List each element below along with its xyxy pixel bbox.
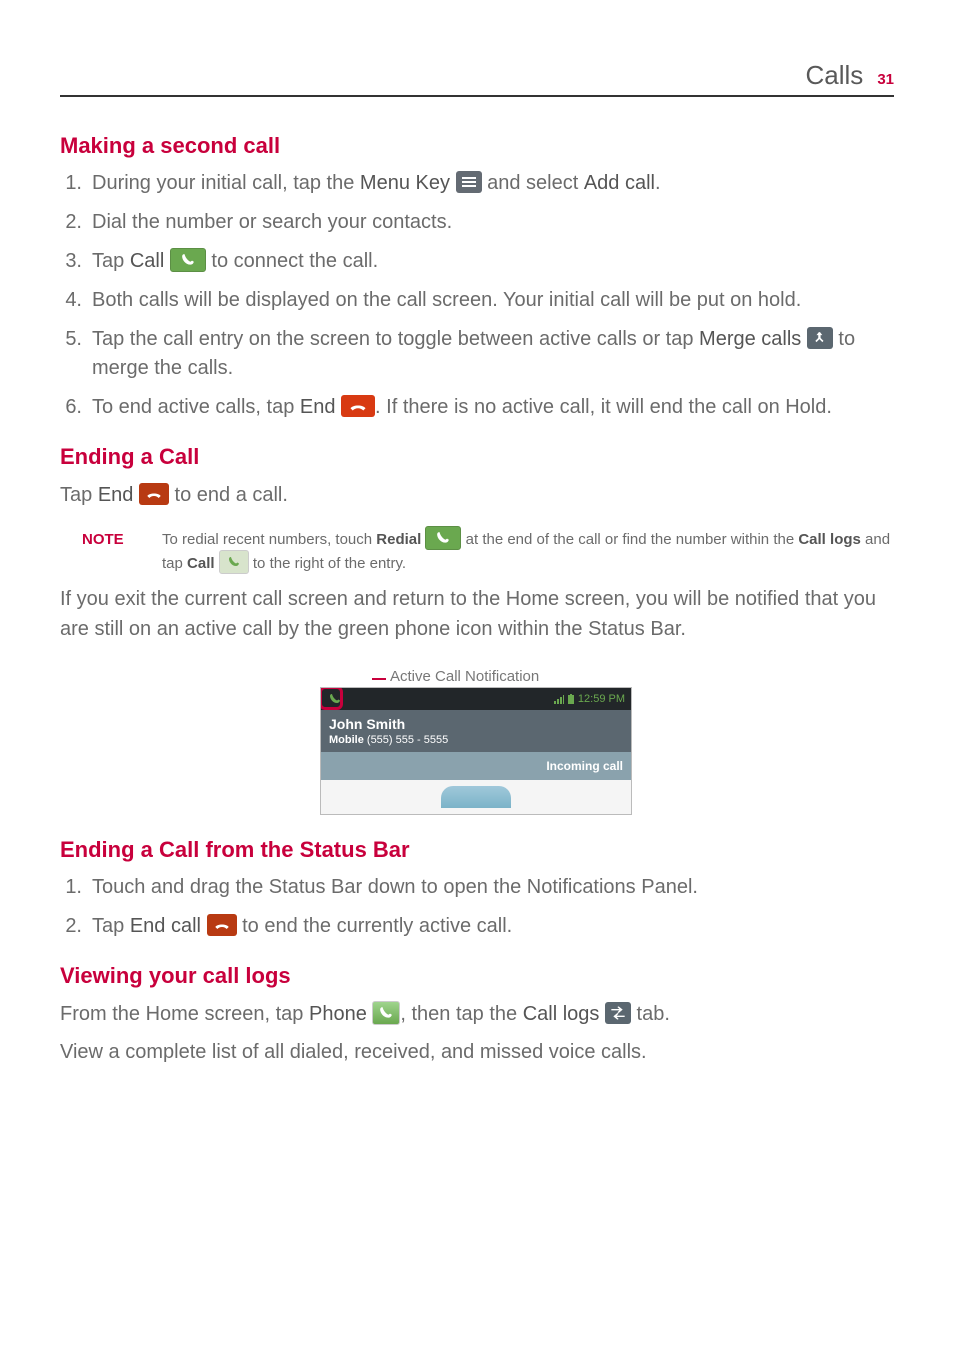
bold-fragment: Call logs bbox=[798, 531, 861, 548]
end-call-icon bbox=[341, 395, 375, 417]
end-call-icon bbox=[139, 483, 169, 505]
call-logs-line1: From the Home screen, tap Phone , then t… bbox=[60, 999, 894, 1029]
step-5: 5. Tap the call entry on the screen to t… bbox=[60, 325, 894, 383]
signal-icon bbox=[554, 694, 564, 704]
step-number: 3. bbox=[60, 247, 82, 276]
text-fragment: To redial recent numbers, touch bbox=[162, 531, 376, 548]
step-text: Tap Call to connect the call. bbox=[92, 247, 894, 276]
figure-caller-num: (555) 555 - 5555 bbox=[367, 734, 448, 746]
text-fragment: to end the currently active call. bbox=[237, 915, 513, 937]
manual-page: Calls 31 Making a second call 1. During … bbox=[0, 0, 954, 1115]
call-icon bbox=[170, 248, 206, 272]
page-header: Calls 31 bbox=[60, 60, 894, 97]
header-section: Calls bbox=[806, 60, 864, 91]
step-text: Tap End call to end the currently active… bbox=[92, 912, 894, 941]
call-logs-tab-icon bbox=[605, 1002, 631, 1024]
bold-fragment: Call logs bbox=[523, 1003, 605, 1025]
step-text: Dial the number or search your contacts. bbox=[92, 208, 894, 237]
text-fragment: tab. bbox=[631, 1003, 670, 1025]
status-time: 12:59 PM bbox=[578, 693, 625, 705]
figure-incoming-label: Incoming call bbox=[546, 759, 623, 773]
figure-swipe-handle bbox=[441, 786, 511, 808]
text-fragment: to connect the call. bbox=[206, 250, 378, 272]
end-call-icon bbox=[207, 914, 237, 936]
step-3: 3. Tap Call to connect the call. bbox=[60, 247, 894, 276]
step-number: 5. bbox=[60, 325, 82, 354]
bold-fragment: Merge calls bbox=[699, 328, 807, 350]
figure-caller-bar: John Smith Mobile (555) 555 - 5555 bbox=[321, 710, 631, 752]
step-number: 1. bbox=[60, 873, 82, 902]
heading-second-call: Making a second call bbox=[60, 133, 894, 159]
header-page-number: 31 bbox=[877, 71, 894, 88]
step-number: 2. bbox=[60, 208, 82, 237]
text-fragment: Tap bbox=[60, 484, 98, 506]
figure-status-bar: 12:59 PM bbox=[321, 688, 631, 710]
figure-screenshot: 12:59 PM John Smith Mobile (555) 555 - 5… bbox=[320, 687, 632, 815]
text-fragment: . If there is no active call, it will en… bbox=[375, 396, 832, 418]
status-right: 12:59 PM bbox=[554, 693, 625, 705]
note-block: NOTE To redial recent numbers, touch Red… bbox=[82, 528, 894, 576]
figure-caller-type: Mobile bbox=[329, 734, 364, 746]
bold-fragment: Phone bbox=[309, 1003, 372, 1025]
step-text: Tap the call entry on the screen to togg… bbox=[92, 325, 894, 383]
figure-caller-number: Mobile (555) 555 - 5555 bbox=[329, 734, 623, 746]
text-fragment: From the Home screen, tap bbox=[60, 1003, 309, 1025]
step-text: Touch and drag the Status Bar down to op… bbox=[92, 873, 894, 902]
figure-label: Active Call Notification bbox=[390, 668, 634, 685]
ending-paragraph: If you exit the current call screen and … bbox=[60, 584, 894, 644]
text-fragment: at the end of the call or find the numbe… bbox=[461, 531, 798, 548]
figure-caller-name: John Smith bbox=[329, 716, 623, 732]
text-fragment: Tap bbox=[92, 250, 130, 272]
step-number: 2. bbox=[60, 912, 82, 941]
call-logs-line2: View a complete list of all dialed, rece… bbox=[60, 1037, 894, 1067]
figure-swipe-area bbox=[321, 780, 631, 814]
note-label: NOTE bbox=[82, 528, 142, 576]
text-fragment: and select bbox=[482, 172, 584, 194]
step-number: 1. bbox=[60, 169, 82, 198]
heading-ending-call: Ending a Call bbox=[60, 444, 894, 470]
heading-call-logs: Viewing your call logs bbox=[60, 963, 894, 989]
bold-fragment: Menu Key bbox=[360, 172, 456, 194]
step-text: To end active calls, tap End . If there … bbox=[92, 393, 894, 422]
step-6: 6. To end active calls, tap End . If the… bbox=[60, 393, 894, 422]
step-2: 2. Dial the number or search your contac… bbox=[60, 208, 894, 237]
figure-incoming-bar: Incoming call bbox=[321, 752, 631, 780]
call-small-icon bbox=[219, 550, 249, 574]
battery-icon bbox=[568, 694, 574, 704]
figure-active-call: Active Call Notification 12:59 PM John S… bbox=[320, 668, 634, 815]
text-fragment: Tap the call entry on the screen to togg… bbox=[92, 328, 699, 350]
bold-fragment: Call bbox=[130, 250, 170, 272]
figure-callout-circle bbox=[320, 687, 343, 710]
bold-fragment: End bbox=[98, 484, 139, 506]
text-fragment: Tap bbox=[92, 915, 130, 937]
menu-key-icon bbox=[456, 171, 482, 193]
step-4: 4. Both calls will be displayed on the c… bbox=[60, 286, 894, 315]
bold-fragment: End call bbox=[130, 915, 207, 937]
step-text: Both calls will be displayed on the call… bbox=[92, 286, 894, 315]
step-number: 6. bbox=[60, 393, 82, 422]
bold-fragment: Add call bbox=[584, 172, 655, 194]
text-fragment: . bbox=[655, 172, 661, 194]
step-number: 4. bbox=[60, 286, 82, 315]
text-fragment: To end active calls, tap bbox=[92, 396, 300, 418]
text-fragment: to end a call. bbox=[169, 484, 288, 506]
text-fragment: , then tap the bbox=[400, 1003, 522, 1025]
text-fragment: During your initial call, tap the bbox=[92, 172, 360, 194]
redial-icon bbox=[425, 526, 461, 550]
bold-fragment: End bbox=[300, 396, 341, 418]
heading-status-bar: Ending a Call from the Status Bar bbox=[60, 837, 894, 863]
text-fragment: to the right of the entry. bbox=[249, 555, 406, 572]
statusbar-step-2: 2. Tap End call to end the currently act… bbox=[60, 912, 894, 941]
step-text: During your initial call, tap the Menu K… bbox=[92, 169, 894, 198]
ending-call-line: Tap End to end a call. bbox=[60, 480, 894, 510]
note-text: To redial recent numbers, touch Redial a… bbox=[162, 528, 894, 576]
step-1: 1. During your initial call, tap the Men… bbox=[60, 169, 894, 198]
bold-fragment: Redial bbox=[376, 531, 425, 548]
phone-app-icon bbox=[372, 1001, 400, 1025]
bold-fragment: Call bbox=[187, 555, 219, 572]
merge-calls-icon bbox=[807, 327, 833, 349]
statusbar-step-1: 1. Touch and drag the Status Bar down to… bbox=[60, 873, 894, 902]
